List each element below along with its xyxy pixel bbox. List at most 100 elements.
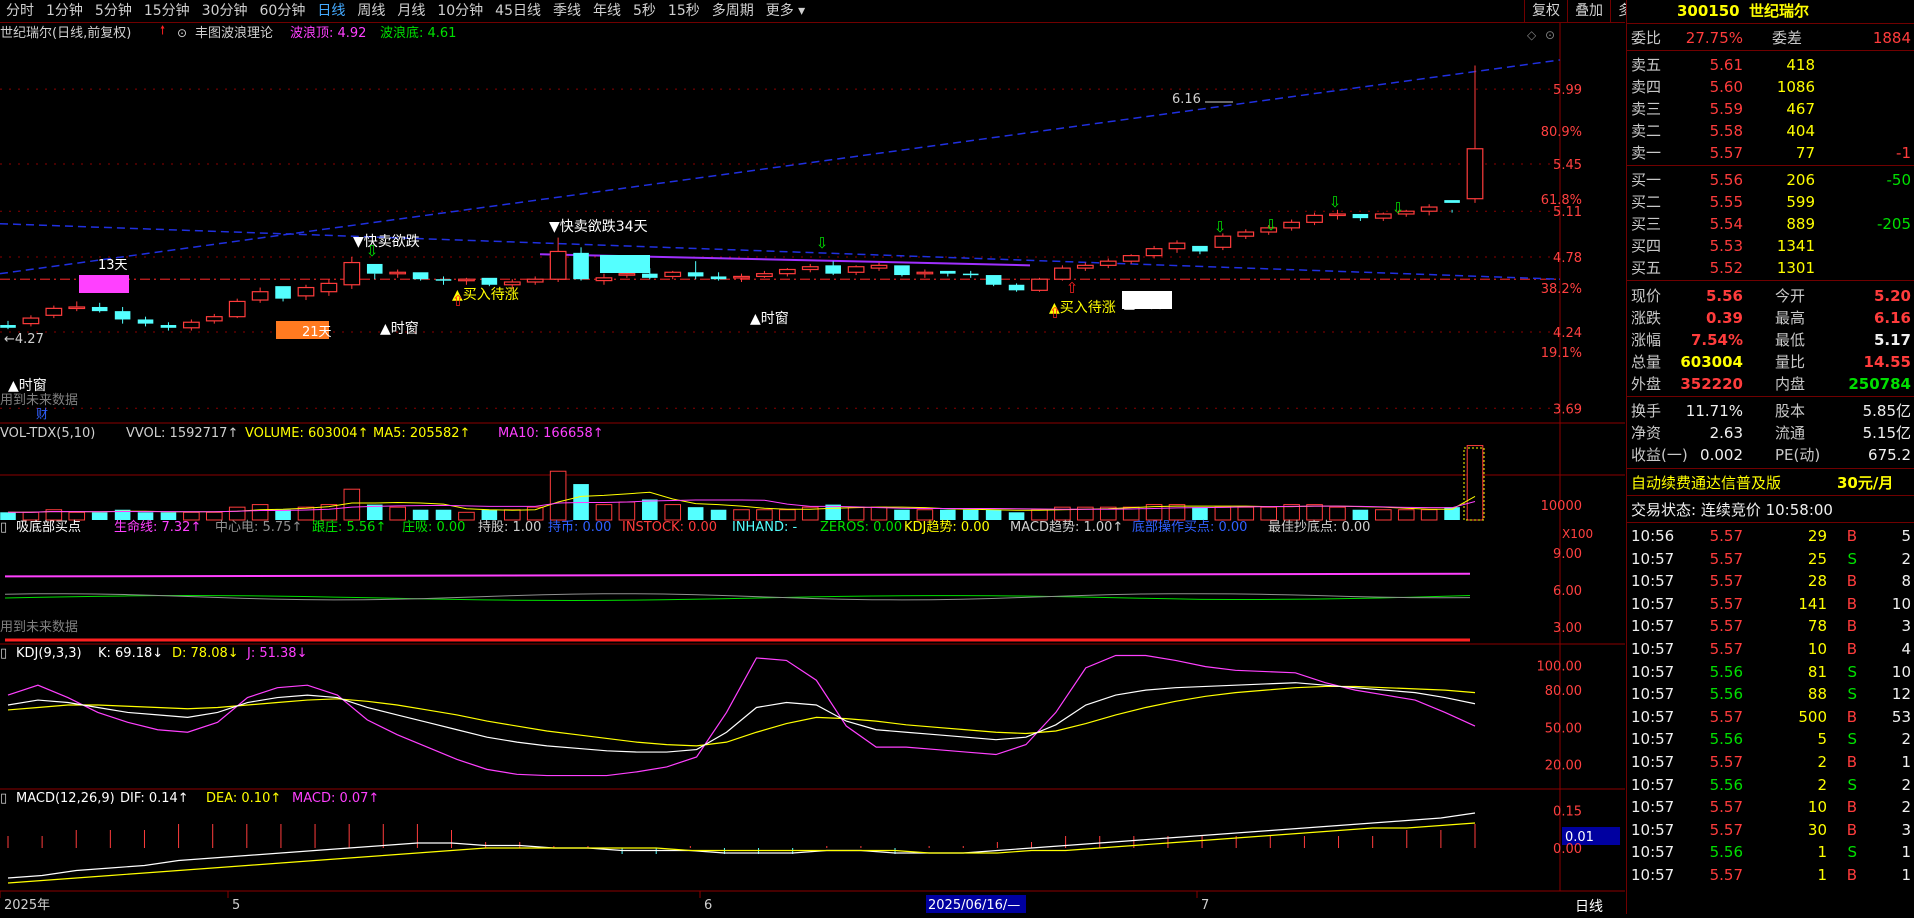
period-tab-0[interactable]: 分时 [0,0,40,22]
candle-body [549,250,567,280]
period-tab-4[interactable]: 30分钟 [196,0,254,22]
ask-price: 5.60 [1709,78,1743,96]
stat2-value: 5.15亿 [1862,424,1911,442]
tick-row-4: 10:57 5.57 78 B 3 [1627,615,1914,637]
tick-row-12: 10:57 5.57 10 B 2 [1627,796,1914,818]
period-tab-10[interactable]: 45日线 [489,0,547,22]
kdj-j-value: J: 51.38↓ [246,646,307,661]
tick-volume: 1 [1817,843,1827,862]
xi-field-14: 最佳抄底点: 0.00 [1268,519,1370,535]
stat-row-4: 外盘 352220 内盘 250784 [1627,373,1914,395]
candle-body [526,278,544,283]
divider [1627,468,1914,469]
stat2-label: 净资 [1631,424,1662,442]
period-toolbar: 分时 1分钟 5分钟 15分钟 30分钟 60分钟 日线 周线 月线 10分钟 45日线 季线 年线 5秒… [0,0,1625,23]
candle-body [1444,200,1460,203]
life-line [4,572,1471,578]
divider [1627,50,1914,51]
kdj-tick: 100.00 [1537,659,1583,674]
period-tab-8[interactable]: 月线 [391,0,431,22]
stat-label: 最低 [1775,331,1806,349]
candle-body [366,263,383,274]
vol-vvol: VVOL: 1592717↑ [126,426,238,441]
xi-field-1: 吸底部买点 [16,519,81,535]
kdj-d-line [7,685,1476,747]
tick-volume: 500 [1798,707,1827,726]
price-tick: 5.45 [1553,158,1582,173]
period-tab-9[interactable]: 10分钟 [431,0,489,22]
candle-body [275,286,291,299]
volume-bar [1008,512,1025,520]
tick-row-2: 10:57 5.57 28 B 8 [1627,570,1914,592]
candle-body [1420,206,1438,212]
chart-area[interactable]: 13天 21天 ▼快卖欲跌 ▼快卖欲跌34天 ▲买入待涨 ▲买入待涨 ▲时窗 ▲时窗 ▲时窗 ▲时… [0,23,1625,915]
period-tab-11[interactable]: 季线 [547,0,587,22]
stat2-row-0: 换手 11.71% 股本 5.85亿 [1627,400,1914,422]
period-tab-5[interactable]: 60分钟 [254,0,312,22]
period-tab-2[interactable]: 5分钟 [89,0,138,22]
candle-body [320,282,338,293]
tick-volume: 81 [1807,662,1827,681]
volume-bar [573,484,589,520]
weicha-value: 1884 [1872,29,1911,47]
volume-bar [916,509,934,521]
toolbar-button-0[interactable]: 复权 [1524,0,1567,22]
volume-bar [1329,506,1346,521]
period-tab-13[interactable]: 5秒 [627,0,662,22]
ask-volume: 404 [1786,122,1815,140]
days13-label: 13天 [98,258,128,273]
volume-bar [1352,509,1369,520]
kline-svg[interactable]: 13天21天▼快卖欲跌▼快卖欲跌34天▲买入待涨▲买入待涨▲时窗▲时窗▲时窗▲时… [0,23,1625,915]
tick-price: 5.57 [1709,617,1743,636]
stat2-value: 5.85亿 [1862,402,1911,420]
ask-price: 5.59 [1709,100,1743,118]
macd-dea-value: DEA: 0.10↑ [206,791,281,806]
candle-body [1192,245,1208,252]
ask-label: 卖一 [1631,144,1662,162]
tick-volume: 78 [1807,617,1827,636]
candle-body [1054,267,1071,280]
xaxis-label: 7 [1201,898,1209,913]
period-tab-3[interactable]: 15分钟 [138,0,196,22]
period-tab-6[interactable]: 日线 [311,0,351,22]
candle-body [1122,255,1140,262]
candle-body [160,325,177,328]
tick-time: 10:57 [1631,775,1675,794]
toolbar-button-1[interactable]: 叠加 [1567,0,1610,22]
candle-body [297,286,315,297]
promo-price: 30元/月 [1837,474,1894,492]
period-tab-16[interactable]: 更多 ▾ [760,0,811,22]
candle-body [940,270,956,274]
weibi-label: 委比 [1631,29,1662,47]
tick-time: 10:57 [1631,866,1675,884]
period-tab-14[interactable]: 15秒 [662,0,706,22]
kdj-k-value: K: 69.18↓ [98,646,163,661]
ask-row-1: 卖四 5.60 1086 [1627,76,1914,98]
bid-change: -50 [1886,171,1912,189]
period-tab-1[interactable]: 1分钟 [40,0,89,22]
period-tab-12[interactable]: 年线 [587,0,627,22]
tick-count: 5 [1901,527,1911,545]
volume-bar [526,506,544,521]
settings-icon: ⊙ [177,26,187,40]
period-tab-7[interactable]: 周线 [351,0,391,22]
bid-volume: 1301 [1776,259,1815,277]
xi-field-9: INHAND: - [732,520,797,535]
candle-body [1374,213,1392,219]
candle-body [1145,248,1163,257]
candle-body [1283,221,1301,229]
candle-body [137,319,154,324]
stat-value: 5.20 [1873,287,1911,305]
period-tab-15[interactable]: 多周期 [706,0,760,22]
tick-price: 5.57 [1709,594,1743,613]
price-tick: 4.78 [1553,251,1582,266]
xi-field-12: MACD趋势: 1.00↑ [1010,519,1123,535]
ask-price: 5.57 [1709,144,1743,162]
volume-bar [1420,509,1438,521]
bid-label: 买五 [1631,259,1662,277]
tick-volume: 29 [1807,527,1827,545]
volume-bar [1397,509,1415,521]
stat-label: 现价 [1631,287,1662,305]
days13-box [79,275,129,293]
tick-volume: 10 [1807,798,1827,817]
